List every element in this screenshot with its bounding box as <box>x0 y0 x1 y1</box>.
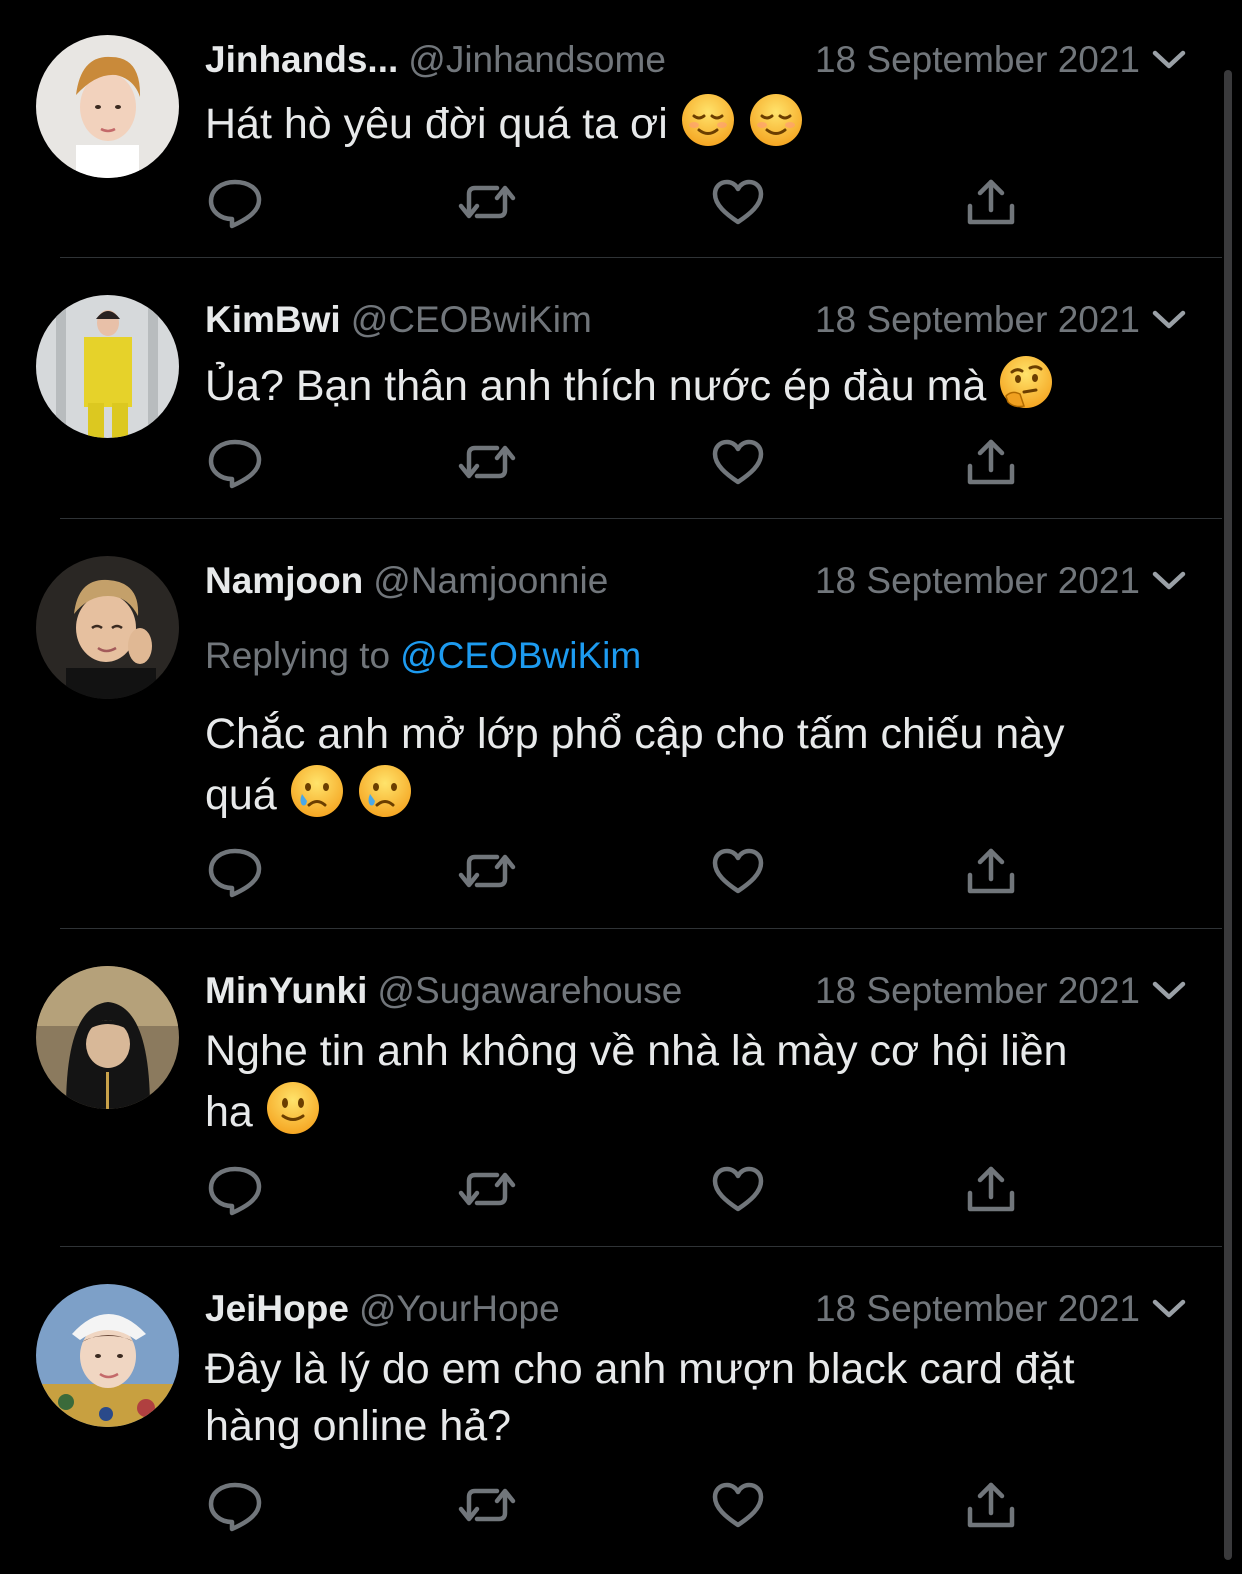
chevron-down-icon[interactable] <box>1152 980 1186 1002</box>
reply-icon[interactable] <box>205 1161 265 1217</box>
tweet-namjoonnie[interactable]: Namjoon @Namjoonnie 18 September 2021 Rep… <box>0 519 1222 929</box>
retweet-icon[interactable] <box>457 174 517 230</box>
avatar-yourhope[interactable] <box>36 1284 179 1427</box>
share-icon[interactable] <box>961 434 1021 490</box>
slightly-smiling-face-emoji <box>265 1080 321 1136</box>
replying-label: Replying to <box>205 635 391 676</box>
tweet-text-line: Chắc anh mở lớp phổ cập cho tấm chiếu nà… <box>205 710 1065 758</box>
tweet-header: MinYunki @Sugawarehouse 18 September 2021 <box>205 966 1190 1016</box>
tweet-actions <box>205 174 1025 230</box>
share-icon[interactable] <box>961 1161 1021 1217</box>
tweet-text-line: Đây là lý do em cho anh mượn black card … <box>205 1345 1075 1393</box>
retweet-icon[interactable] <box>457 434 517 490</box>
relieved-face-emoji <box>748 92 804 148</box>
tweet-header: KimBwi @CEOBwiKim 18 September 2021 <box>205 295 1190 345</box>
like-heart-icon[interactable] <box>708 174 768 230</box>
tweet-text-content: Ủa? Bạn thân anh thích nước ép đàu mà <box>205 362 987 410</box>
display-name[interactable]: Jinhands... <box>205 39 398 80</box>
tweet-text-line: ha <box>205 1088 253 1136</box>
timestamp[interactable]: 18 September 2021 <box>815 556 1140 606</box>
chevron-down-icon[interactable] <box>1152 1298 1186 1320</box>
crying-face-emoji <box>289 763 345 819</box>
avatar-ceobwikim[interactable] <box>36 295 179 438</box>
reply-icon[interactable] <box>205 843 265 899</box>
reply-icon[interactable] <box>205 174 265 230</box>
user-handle[interactable]: @Namjoonnie <box>373 560 608 601</box>
chevron-down-icon[interactable] <box>1152 49 1186 71</box>
like-heart-icon[interactable] <box>708 434 768 490</box>
timestamp[interactable]: 18 September 2021 <box>815 295 1140 345</box>
retweet-icon[interactable] <box>457 1161 517 1217</box>
tweet-text-line: quá <box>205 771 277 819</box>
timestamp[interactable]: 18 September 2021 <box>815 1284 1140 1334</box>
tweet-text: Ủa? Bạn thân anh thích nước ép đàu mà <box>205 354 1195 415</box>
share-icon[interactable] <box>961 174 1021 230</box>
tweet-text: Hát hò yêu đời quá ta ơi <box>205 92 1195 153</box>
tweet-text-line: hàng online hả? <box>205 1402 512 1450</box>
avatar-sugawarehouse[interactable] <box>36 966 179 1109</box>
user-handle[interactable]: @CEOBwiKim <box>351 299 592 340</box>
tweet-text: Nghe tin anh không về nhà là mày cơ hội … <box>205 1023 1195 1141</box>
tweet-jinhandsome[interactable]: Jinhands... @Jinhandsome 18 September 202… <box>0 0 1222 258</box>
chevron-down-icon[interactable] <box>1152 570 1186 592</box>
scrollbar[interactable] <box>1224 70 1232 1560</box>
avatar-namjoonnie[interactable] <box>36 556 179 699</box>
crying-face-emoji <box>357 763 413 819</box>
avatar-jinhandsome[interactable] <box>36 35 179 178</box>
tweet-text-content: Hát hò yêu đời quá ta ơi <box>205 100 668 148</box>
tweet-header: JeiHope @YourHope 18 September 2021 <box>205 1284 1190 1334</box>
tweet-text-line-2: ha <box>205 1080 1195 1141</box>
tweet-text: Chắc anh mở lớp phổ cập cho tấm chiếu nà… <box>205 706 1195 824</box>
like-heart-icon[interactable] <box>708 1161 768 1217</box>
tweet-ceobwikim[interactable]: KimBwi @CEOBwiKim 18 September 2021 Ủa? B… <box>0 258 1222 519</box>
retweet-icon[interactable] <box>457 1477 517 1533</box>
tweet-header: Jinhands... @Jinhandsome 18 September 202… <box>205 35 1190 85</box>
relieved-face-emoji <box>680 92 736 148</box>
like-heart-icon[interactable] <box>708 1477 768 1533</box>
user-handle[interactable]: @YourHope <box>359 1288 560 1329</box>
timestamp[interactable]: 18 September 2021 <box>815 966 1140 1016</box>
timestamp[interactable]: 18 September 2021 <box>815 35 1140 85</box>
tweet-actions <box>205 1477 1025 1533</box>
display-name[interactable]: Namjoon <box>205 560 363 601</box>
display-name[interactable]: JeiHope <box>205 1288 349 1329</box>
tweet-actions <box>205 843 1025 899</box>
reply-icon[interactable] <box>205 1477 265 1533</box>
tweet-actions <box>205 1161 1025 1217</box>
retweet-icon[interactable] <box>457 843 517 899</box>
display-name[interactable]: KimBwi <box>205 299 341 340</box>
chevron-down-icon[interactable] <box>1152 309 1186 331</box>
tweet-text-line-2: quá <box>205 763 1195 824</box>
user-handle[interactable]: @Sugawarehouse <box>377 970 682 1011</box>
tweet-text: Đây là lý do em cho anh mượn black card … <box>205 1341 1195 1455</box>
tweet-header: Namjoon @Namjoonnie 18 September 2021 <box>205 556 1190 606</box>
thinking-face-emoji <box>998 354 1054 410</box>
share-icon[interactable] <box>961 843 1021 899</box>
tweet-actions <box>205 434 1025 490</box>
display-name[interactable]: MinYunki <box>205 970 367 1011</box>
like-heart-icon[interactable] <box>708 843 768 899</box>
share-icon[interactable] <box>961 1477 1021 1533</box>
reply-icon[interactable] <box>205 434 265 490</box>
tweet-timeline[interactable]: Jinhands... @Jinhandsome 18 September 202… <box>0 0 1242 1574</box>
tweet-text-line: Nghe tin anh không về nhà là mày cơ hội … <box>205 1027 1068 1075</box>
user-handle[interactable]: @Jinhandsome <box>408 39 666 80</box>
tweet-sugawarehouse[interactable]: MinYunki @Sugawarehouse 18 September 2021… <box>0 929 1222 1247</box>
replying-mention-link[interactable]: @CEOBwiKim <box>400 635 641 676</box>
tweet-yourhope[interactable]: JeiHope @YourHope 18 September 2021 Đây l… <box>0 1247 1222 1574</box>
replying-to: Replying to @CEOBwiKim <box>205 631 641 681</box>
